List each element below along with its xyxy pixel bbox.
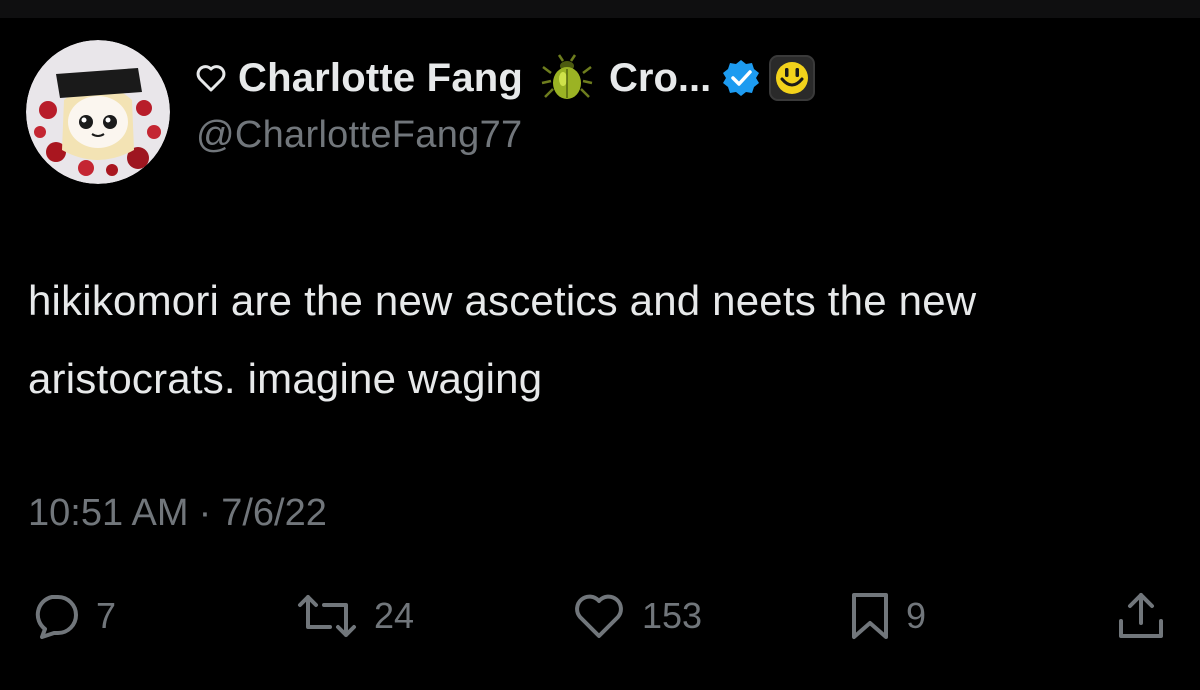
display-name-suffix[interactable]: Cro... — [609, 56, 711, 101]
tweet-date: 7/6/22 — [221, 492, 327, 534]
reply-button[interactable]: 7 — [30, 588, 116, 644]
share-button[interactable] — [1116, 588, 1166, 644]
heart-outline-icon — [196, 64, 226, 92]
retweet-count: 24 — [374, 595, 415, 636]
tweet-time: 10:51 AM — [28, 492, 189, 534]
reply-icon — [30, 593, 80, 639]
like-button[interactable]: 153 — [572, 588, 702, 644]
retweet-button[interactable]: 24 — [296, 588, 414, 644]
bookmark-count: 9 — [906, 595, 927, 636]
top-strip — [0, 0, 1200, 18]
reply-count: 7 — [96, 595, 117, 636]
affiliate-badge-icon[interactable] — [769, 55, 816, 101]
beetle-icon — [539, 53, 595, 103]
tweet-text: hikikomori are the new ascetics and neet… — [28, 277, 977, 402]
display-name[interactable]: Charlotte Fang — [238, 56, 523, 101]
tweet-timestamp[interactable]: 10:51 AM · 7/6/22 — [28, 492, 327, 535]
bookmark-button[interactable]: 9 — [850, 588, 926, 644]
share-icon — [1116, 591, 1166, 641]
heart-icon — [572, 592, 626, 640]
display-name-row[interactable]: Charlotte Fang Cro... — [196, 50, 816, 106]
like-count: 153 — [642, 595, 703, 636]
retweet-icon — [296, 593, 358, 639]
author-handle[interactable]: @CharlotteFang77 — [196, 114, 522, 157]
avatar[interactable] — [26, 40, 170, 184]
meta-separator: · — [198, 492, 212, 534]
verified-badge-icon[interactable] — [721, 58, 761, 98]
bookmark-icon — [850, 591, 890, 641]
